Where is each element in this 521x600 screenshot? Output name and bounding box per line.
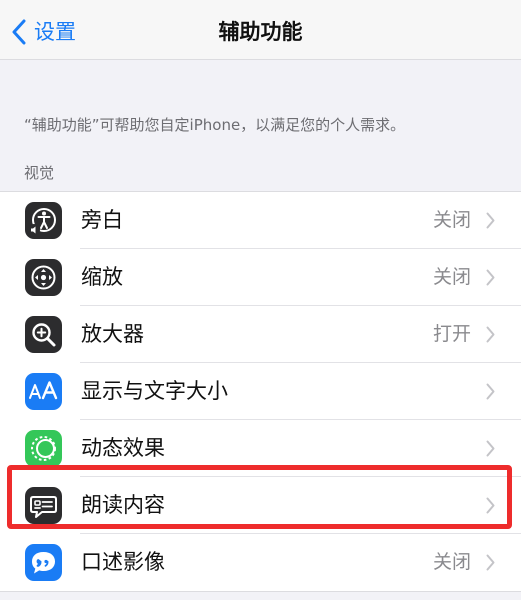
list-item-audio-descriptions[interactable]: 口述影像 关闭 — [0, 534, 521, 591]
list-item-label: 显示与文字大小 — [81, 379, 228, 403]
list-item-motion[interactable]: 动态效果 — [0, 420, 521, 477]
audio-descriptions-icon — [25, 544, 62, 581]
chevron-right-icon — [486, 497, 495, 514]
list-item-value: 打开 — [432, 323, 471, 345]
page-title: 辅助功能 — [218, 20, 303, 44]
list-item-label: 动态效果 — [81, 436, 165, 460]
chevron-right-icon — [486, 326, 495, 343]
voiceover-icon — [25, 202, 62, 239]
chevron-right-icon — [486, 554, 495, 571]
chevron-right-icon — [486, 440, 495, 457]
magnifier-icon — [25, 316, 62, 353]
list-item-label: 放大器 — [81, 322, 144, 346]
description-text: “辅助功能”可帮助您自定iPhone，以满足您的个人需求。 — [24, 116, 406, 134]
navigation-bar: 设置 辅助功能 — [0, 0, 521, 60]
chevron-right-icon — [486, 383, 495, 400]
list-item-label: 朗读内容 — [81, 493, 165, 517]
text-size-icon — [25, 373, 62, 410]
list-item-value: 关闭 — [432, 266, 471, 288]
list-item-label: 缩放 — [81, 265, 123, 289]
list-item-value: 关闭 — [432, 551, 471, 573]
settings-list: 旁白 关闭 缩放 关闭 放大器 打开 显示与文字大小 动态效果 朗读内容 口述影… — [0, 191, 521, 592]
list-item-display-text-size[interactable]: 显示与文字大小 — [0, 363, 521, 420]
list-item-zoom[interactable]: 缩放 关闭 — [0, 249, 521, 306]
list-item-value: 关闭 — [432, 209, 471, 231]
spoken-content-icon — [25, 487, 62, 524]
zoom-icon — [25, 259, 62, 296]
list-item-label: 旁白 — [81, 208, 123, 232]
list-item-voiceover[interactable]: 旁白 关闭 — [0, 192, 521, 249]
chevron-right-icon — [486, 212, 495, 229]
list-item-label: 口述影像 — [81, 550, 165, 574]
section-header-vision: 视觉 — [24, 164, 55, 182]
chevron-right-icon — [486, 269, 495, 286]
list-item-magnifier[interactable]: 放大器 打开 — [0, 306, 521, 363]
list-item-spoken-content[interactable]: 朗读内容 — [0, 477, 521, 534]
motion-icon — [25, 430, 62, 467]
